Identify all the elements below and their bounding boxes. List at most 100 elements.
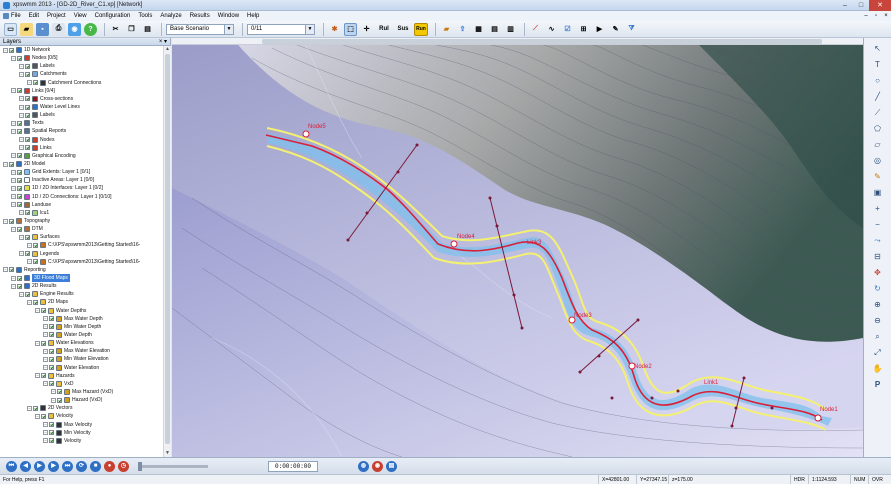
move-icon[interactable]: ✥: [871, 266, 885, 280]
expand-icon[interactable]: −: [19, 251, 24, 257]
node-label[interactable]: Node5: [308, 124, 326, 130]
pointer-icon[interactable]: ↖: [871, 42, 885, 56]
expand-icon[interactable]: −: [19, 71, 24, 77]
layer-checkbox[interactable]: [17, 275, 22, 281]
layer-row[interactable]: − Catchment Connections: [0, 79, 163, 87]
layer-row[interactable]: − Inactive Areas: Layer 1 [0/0]: [0, 176, 163, 184]
image-tool-icon[interactable]: ▣: [871, 186, 885, 200]
remove-vertex-icon[interactable]: −: [871, 218, 885, 232]
layer-checkbox[interactable]: [17, 120, 22, 126]
pan-hand-icon[interactable]: ✋: [871, 362, 885, 376]
select-mode-icon[interactable]: ⬚: [344, 22, 357, 36]
review-icon[interactable]: ☑: [561, 23, 574, 36]
expand-icon[interactable]: −: [43, 381, 48, 387]
layer-row[interactable]: − Water Elevation: [0, 363, 163, 371]
layer-row[interactable]: − Labels: [0, 111, 163, 119]
stop-record-icon[interactable]: ◉: [372, 460, 384, 472]
expand-icon[interactable]: −: [11, 283, 16, 289]
layer-checkbox[interactable]: [17, 177, 22, 183]
layer-row[interactable]: − Legends: [0, 250, 163, 258]
zoom-out-icon[interactable]: ⊖: [871, 314, 885, 328]
layer-row[interactable]: − Cross-sections: [0, 95, 163, 103]
zoom-in-icon[interactable]: ⊕: [871, 298, 885, 312]
layer-checkbox[interactable]: [9, 267, 14, 273]
menu-configuration[interactable]: Configuration: [95, 13, 131, 19]
layer-checkbox[interactable]: [49, 324, 54, 330]
expand-icon[interactable]: −: [35, 373, 40, 379]
scrollbar-thumb[interactable]: [262, 39, 822, 44]
layer-checkbox[interactable]: [25, 210, 30, 216]
layer-checkbox[interactable]: [33, 405, 38, 411]
expand-icon[interactable]: −: [43, 332, 48, 338]
chart-icon[interactable]: ▥: [504, 23, 517, 36]
pan-icon[interactable]: ✛: [360, 23, 373, 36]
sus-button[interactable]: Sus: [395, 23, 411, 36]
menu-analyze[interactable]: Analyze: [160, 13, 181, 19]
layer-row[interactable]: − Min Water Elevation: [0, 355, 163, 363]
layer-row[interactable]: − Labels: [0, 62, 163, 70]
expand-icon[interactable]: −: [35, 340, 40, 346]
node-label[interactable]: Node4: [457, 234, 475, 240]
layer-row[interactable]: − Nodes [0/5]: [0, 54, 163, 62]
layer-checkbox[interactable]: [41, 340, 46, 346]
layer-row[interactable]: − Hazards: [0, 372, 163, 380]
layer-checkbox[interactable]: [17, 226, 22, 232]
layer-checkbox[interactable]: [49, 365, 54, 371]
layer-checkbox[interactable]: [25, 96, 30, 102]
layer-checkbox[interactable]: [49, 438, 54, 444]
menu-tools[interactable]: Tools: [138, 13, 152, 19]
circle-tool-icon[interactable]: ○: [871, 74, 885, 88]
layer-checkbox[interactable]: [41, 373, 46, 379]
expand-icon[interactable]: −: [3, 218, 8, 224]
expand-icon[interactable]: −: [43, 365, 48, 371]
animation-icon[interactable]: ▶: [593, 23, 606, 36]
menu-project[interactable]: Project: [47, 13, 66, 19]
expand-icon[interactable]: −: [19, 112, 24, 118]
add-vertex-icon[interactable]: +: [871, 202, 885, 216]
scroll-down-icon[interactable]: ▼: [164, 450, 171, 457]
layer-row[interactable]: − Water Level Lines: [0, 103, 163, 111]
run-select[interactable]: 0/11 ▼: [247, 23, 315, 35]
expand-icon[interactable]: −: [51, 389, 56, 395]
rul-button[interactable]: Rul: [376, 23, 392, 36]
layer-row[interactable]: − Max Velocity: [0, 420, 163, 428]
layer-row[interactable]: − Catchments: [0, 70, 163, 78]
layer-row[interactable]: − Water Depth: [0, 331, 163, 339]
zoom-window-icon[interactable]: ⌕: [871, 330, 885, 344]
expand-icon[interactable]: −: [27, 242, 32, 248]
layer-row[interactable]: − Hazard (VxD): [0, 396, 163, 404]
layer-checkbox[interactable]: [17, 194, 22, 200]
expand-icon[interactable]: −: [11, 128, 16, 134]
expand-icon[interactable]: −: [19, 63, 24, 69]
text-tool-icon[interactable]: T: [871, 58, 885, 72]
expand-icon[interactable]: −: [11, 169, 16, 175]
expand-icon[interactable]: −: [3, 267, 8, 273]
layer-checkbox[interactable]: [25, 112, 30, 118]
paste-icon[interactable]: ▤: [141, 23, 154, 36]
layer-checkbox[interactable]: [33, 259, 38, 265]
layer-row[interactable]: − Links [0/4]: [0, 87, 163, 95]
expand-icon[interactable]: −: [43, 430, 48, 436]
mdi-close-button[interactable]: ×: [881, 13, 891, 19]
layer-row[interactable]: − Max Water Elevation: [0, 347, 163, 355]
refresh-icon[interactable]: ↻: [871, 282, 885, 296]
stop-button[interactable]: ■: [90, 460, 101, 472]
menu-help[interactable]: Help: [247, 13, 259, 19]
layer-checkbox[interactable]: [49, 381, 54, 387]
layer-checkbox[interactable]: [25, 71, 30, 77]
expand-icon[interactable]: −: [51, 397, 56, 403]
layer-row[interactable]: − Velocity: [0, 437, 163, 445]
expand-icon[interactable]: −: [43, 324, 48, 330]
minimize-button[interactable]: –: [837, 0, 853, 11]
cut-icon[interactable]: ✂: [109, 23, 122, 36]
layer-checkbox[interactable]: [49, 316, 54, 322]
map-view[interactable]: Node5 Node4 Link3 Node3 Node2 Link1 Node…: [172, 38, 863, 457]
layer-checkbox[interactable]: [57, 397, 62, 403]
open-icon[interactable]: ▰: [20, 22, 33, 36]
layer-row[interactable]: − 3D Flood Maps: [0, 274, 163, 282]
record-button[interactable]: ●: [104, 460, 115, 472]
layer-row[interactable]: − C:\XPS\xpswmm2013\Getting Started\16-: [0, 241, 163, 249]
expand-icon[interactable]: −: [19, 234, 24, 240]
expand-icon[interactable]: −: [27, 299, 32, 305]
expand-icon[interactable]: −: [27, 259, 32, 265]
